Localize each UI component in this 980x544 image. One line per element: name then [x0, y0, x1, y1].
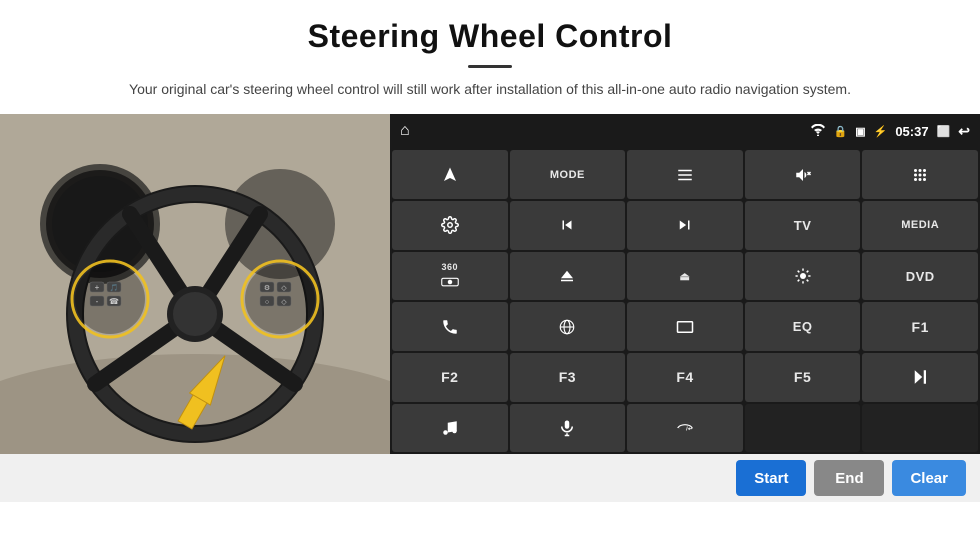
empty-btn-1 — [745, 404, 861, 453]
empty-btn-2 — [862, 404, 978, 453]
svg-text:◇: ◇ — [281, 285, 287, 292]
svg-text:🎵: 🎵 — [110, 283, 119, 292]
list-btn[interactable] — [627, 150, 743, 199]
subtitle-text: Your original car's steering wheel contr… — [0, 78, 980, 100]
cast-icon: ⬜ — [937, 125, 951, 138]
mic-btn[interactable] — [510, 404, 626, 453]
svg-text:◇: ◇ — [281, 299, 287, 306]
brightness-btn[interactable] — [745, 252, 861, 301]
phone-btn[interactable] — [392, 302, 508, 351]
svg-text:⚙: ⚙ — [264, 284, 270, 292]
cam360-btn[interactable]: 360 — [392, 252, 508, 301]
nav-btn[interactable] — [392, 150, 508, 199]
bt-icon: ⚡ — [874, 125, 888, 138]
steering-wheel-image: + 🎵 - ☎ ⚙ ◇ ○ ◇ — [0, 114, 390, 454]
status-bar: ⌂ 🔒 ▣ ⚡ 05:37 ⬜ ↩ — [390, 114, 980, 148]
f1-btn[interactable]: F1 — [862, 302, 978, 351]
music-btn[interactable] — [392, 404, 508, 453]
wifi-icon — [810, 124, 826, 139]
dvd-btn[interactable]: DVD — [862, 252, 978, 301]
screen-btn[interactable] — [627, 302, 743, 351]
clock-display: 05:37 — [895, 124, 928, 139]
eject-btn[interactable] — [510, 252, 626, 301]
svg-text:☎: ☎ — [109, 297, 119, 306]
eq-btn[interactable]: EQ — [745, 302, 861, 351]
start-button[interactable]: Start — [736, 460, 806, 496]
prev-btn[interactable] — [510, 201, 626, 250]
clear-button[interactable]: Clear — [892, 460, 966, 496]
next-btn[interactable] — [627, 201, 743, 250]
radio-btn[interactable]: ⏏ — [627, 252, 743, 301]
back-icon[interactable]: ↩ — [958, 123, 970, 140]
browse-btn[interactable] — [510, 302, 626, 351]
home-icon[interactable]: ⌂ — [400, 122, 410, 140]
svg-text:-: - — [96, 297, 99, 306]
svg-text:+: + — [95, 283, 100, 292]
lock-icon: 🔒 — [834, 125, 848, 138]
call-end-btn[interactable]: /↩ — [627, 404, 743, 453]
svg-text:/↩: /↩ — [686, 426, 693, 432]
svg-text:○: ○ — [265, 299, 269, 306]
f2-btn[interactable]: F2 — [392, 353, 508, 402]
apps-btn[interactable] — [862, 150, 978, 199]
title-divider — [468, 65, 512, 68]
settings-btn[interactable] — [392, 201, 508, 250]
button-grid: MODE TV MEDIA — [390, 148, 980, 454]
f4-btn[interactable]: F4 — [627, 353, 743, 402]
page-title: Steering Wheel Control — [0, 0, 980, 59]
f5-btn[interactable]: F5 — [745, 353, 861, 402]
playpause-btn[interactable] — [862, 353, 978, 402]
tv-btn[interactable]: TV — [745, 201, 861, 250]
media-btn[interactable]: MEDIA — [862, 201, 978, 250]
mode-btn[interactable]: MODE — [510, 150, 626, 199]
mute-btn[interactable] — [745, 150, 861, 199]
end-button[interactable]: End — [814, 460, 884, 496]
control-panel: ⌂ 🔒 ▣ ⚡ 05:37 ⬜ ↩ MODE — [390, 114, 980, 454]
sim-icon: ▣ — [855, 125, 865, 138]
f3-btn[interactable]: F3 — [510, 353, 626, 402]
bottom-bar: Start End Clear — [0, 454, 980, 502]
